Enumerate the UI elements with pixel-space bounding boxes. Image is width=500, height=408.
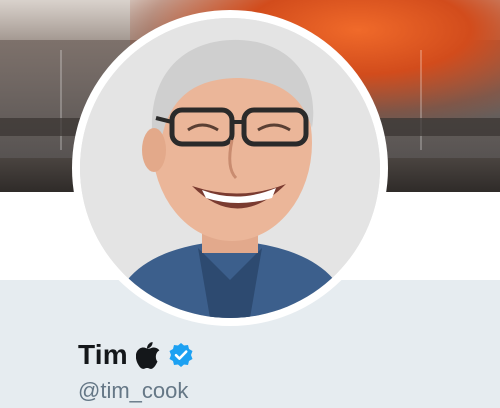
avatar-photo xyxy=(80,18,380,318)
user-handle[interactable]: @tim_cook xyxy=(78,378,188,404)
verified-badge-icon xyxy=(168,342,194,368)
display-name[interactable]: Tim xyxy=(78,339,128,371)
apple-icon xyxy=(135,341,160,369)
profile-name-row: Tim xyxy=(78,338,194,372)
avatar[interactable] xyxy=(80,18,380,318)
